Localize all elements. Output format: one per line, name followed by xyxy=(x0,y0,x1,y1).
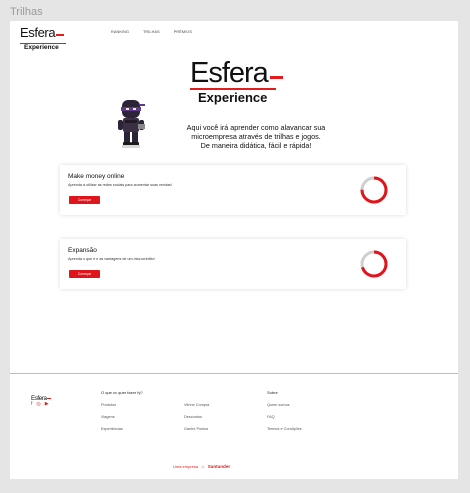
logo-subtitle: Experience xyxy=(24,44,59,51)
santander-flame-icon: ♨ xyxy=(201,464,205,469)
frame-label: Trilhas xyxy=(10,6,43,18)
footer-company-name[interactable]: Santander xyxy=(208,464,230,469)
trail-card-make-money-online: Make money online Aprenda a utilizar as … xyxy=(60,165,406,215)
footer-link-termos[interactable]: Termos e Condições xyxy=(267,427,302,431)
footer-divider xyxy=(10,373,458,374)
trail-description: Aprenda a utilizar as redes sociais para… xyxy=(68,183,172,187)
header-logo[interactable]: Esfera Experience xyxy=(20,24,66,52)
ninja-character-illustration xyxy=(118,100,145,148)
hero-logo-subtitle: Experience xyxy=(198,90,268,105)
start-trail-button[interactable]: Começar xyxy=(69,196,100,204)
hero-line-3: De maneira didática, fácil e rápida! xyxy=(200,141,312,150)
nav-ranking[interactable]: RANKING xyxy=(111,30,129,34)
footer-link-viagens[interactable]: Viagens xyxy=(101,415,115,419)
footer-link-produtos[interactable]: Produtos xyxy=(101,403,116,407)
hero-line-1: Aqui você irá aprender como alavancar su… xyxy=(186,123,326,132)
trail-description: Aprenda o que é e as vantagens de um mic… xyxy=(68,257,155,261)
hero-logo-wordmark: Esfera xyxy=(190,57,269,89)
footer-logo-accent-bar xyxy=(47,398,52,399)
nav-premios[interactable]: PRÊMIOS xyxy=(174,30,192,34)
trail-title: Make money online xyxy=(68,173,125,180)
footer-question: O que vc quer fazer hj? xyxy=(101,390,143,395)
footer-link-quem-somos[interactable]: Quem somos xyxy=(267,403,290,407)
footer-link-vitrine-compra[interactable]: Vitrine Compra xyxy=(184,403,209,407)
hero-logo-accent-bar xyxy=(269,76,283,79)
logo-accent-bar xyxy=(56,34,65,36)
logo-wordmark: Esfera xyxy=(20,25,56,40)
social-links: f ◎ ▶ xyxy=(31,401,49,407)
footer-company: Uma empresa ♨ Santander xyxy=(173,464,230,469)
trail-progress-ring xyxy=(360,176,388,204)
footer-company-prefix: Uma empresa xyxy=(173,464,199,469)
trail-title: Expansão xyxy=(68,247,97,254)
instagram-icon[interactable]: ◎ xyxy=(36,401,40,407)
trail-progress-ring xyxy=(360,250,388,278)
hero-logo: Esfera Experience xyxy=(190,59,300,104)
trails-page: Esfera Experience RANKING TRILHAS PRÊMIO… xyxy=(10,21,458,479)
main-nav: RANKING TRILHAS PRÊMIOS xyxy=(111,30,192,34)
footer-link-faq[interactable]: FAQ xyxy=(267,415,275,419)
footer-link-experiencias[interactable]: Experiências xyxy=(101,427,123,431)
footer-link-descontos[interactable]: Descontos xyxy=(184,415,202,419)
nav-trilhas[interactable]: TRILHAS xyxy=(143,30,160,34)
footer-link-ganhe-pontos[interactable]: Ganhe Pontos xyxy=(184,427,208,431)
start-trail-button[interactable]: Começar xyxy=(69,270,100,278)
hero-line-2: microempresa através de trilhas e jogos. xyxy=(191,132,321,141)
youtube-icon[interactable]: ▶ xyxy=(45,401,49,407)
hero-description: Aqui você irá aprender como alavancar su… xyxy=(160,123,352,150)
trail-card-expansao: Expansão Aprenda o que é e as vantagens … xyxy=(60,239,406,289)
footer-about-title: Sobre xyxy=(267,390,278,395)
facebook-icon[interactable]: f xyxy=(31,401,32,407)
